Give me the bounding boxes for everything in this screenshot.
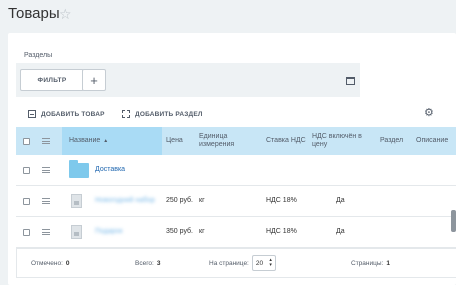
column-header-section[interactable]: Раздел <box>380 127 403 155</box>
row-menu-icon[interactable] <box>42 198 50 204</box>
product-image-icon <box>71 194 82 208</box>
pages: Страницы: 1 <box>351 259 390 267</box>
per-page-select[interactable]: 20 ▴ ▾ <box>251 255 276 271</box>
product-name-link[interactable]: Подарок <box>95 217 123 247</box>
row-menu-icon[interactable] <box>42 167 50 173</box>
filter-button[interactable]: ФИЛЬТР <box>20 69 84 91</box>
total-count: Всего: 3 <box>135 259 161 267</box>
add-section-button[interactable]: ДОБАВИТЬ РАЗДЕЛ <box>122 110 203 118</box>
document-icon <box>28 110 36 118</box>
gear-icon[interactable]: ⚙ <box>424 106 434 119</box>
main-panel: Разделы ФИЛЬТР + ДОБАВИТЬ ТОВАР ДОБАВИТЬ… <box>8 33 456 285</box>
menu-icon[interactable] <box>42 138 50 144</box>
select-all-checkbox[interactable] <box>23 137 30 145</box>
unit-cell: кг <box>199 228 205 235</box>
table-row[interactable]: Новогодний набор 250 руб. кг НДС 18% Да <box>16 186 456 217</box>
add-product-label: ДОБАВИТЬ ТОВАР <box>41 110 105 118</box>
row-checkbox[interactable] <box>23 166 30 174</box>
star-icon[interactable]: ☆ <box>59 5 72 23</box>
vat-rate-cell: НДС 18% <box>266 228 297 235</box>
row-checkbox[interactable] <box>23 197 30 205</box>
page-title: Товары <box>8 5 60 22</box>
table-row[interactable]: Доставка <box>16 155 456 186</box>
column-header-name[interactable]: Название ▲ <box>69 127 108 155</box>
column-header-unit[interactable]: Единица измерения <box>199 127 259 155</box>
product-name-link[interactable]: Новогодний набор <box>95 186 157 216</box>
column-header-vat-rate[interactable]: Ставка НДС <box>266 127 306 155</box>
updown-icon: ▴ ▾ <box>269 257 272 268</box>
price-cell: 350 руб. <box>166 228 193 235</box>
vat-rate-cell: НДС 18% <box>266 197 297 204</box>
add-section-label: ДОБАВИТЬ РАЗДЕЛ <box>135 110 203 118</box>
grid-footer: Отмечено: 0 Всего: 3 На странице: 20 ▴ ▾ Ст… <box>16 248 456 278</box>
add-section-plus-button[interactable]: + <box>82 69 106 91</box>
folder-add-icon <box>122 110 130 118</box>
page-link[interactable]: 1 <box>386 260 390 267</box>
sections-label: Разделы <box>24 52 53 59</box>
product-image-icon <box>71 225 82 239</box>
window-icon[interactable] <box>346 77 355 85</box>
per-page: На странице: 20 ▴ ▾ <box>209 249 276 277</box>
section-name-link[interactable]: Доставка <box>95 155 125 185</box>
filter-bar: ФИЛЬТР + <box>16 63 360 97</box>
price-cell: 250 руб. <box>166 197 193 204</box>
column-header-description[interactable]: Описание <box>416 127 448 155</box>
row-checkbox[interactable] <box>23 228 30 236</box>
grid-header: Название ▲ Цена Единица измерения Ставка… <box>16 127 456 155</box>
scrollbar-handle[interactable] <box>451 210 456 232</box>
add-product-button[interactable]: ДОБАВИТЬ ТОВАР <box>28 110 105 118</box>
column-header-price[interactable]: Цена <box>166 127 183 155</box>
vat-included-cell: Да <box>336 197 345 204</box>
folder-icon <box>69 159 89 178</box>
unit-cell: кг <box>199 197 205 204</box>
selected-count: Отмечено: 0 <box>31 259 70 267</box>
table-row[interactable]: Подарок 350 руб. кг НДС 18% Да <box>16 217 456 248</box>
column-header-vat-included[interactable]: НДС включён в цену <box>312 127 376 155</box>
vat-included-cell: Да <box>336 228 345 235</box>
sort-ascending-icon: ▲ <box>103 138 109 144</box>
row-menu-icon[interactable] <box>42 229 50 235</box>
